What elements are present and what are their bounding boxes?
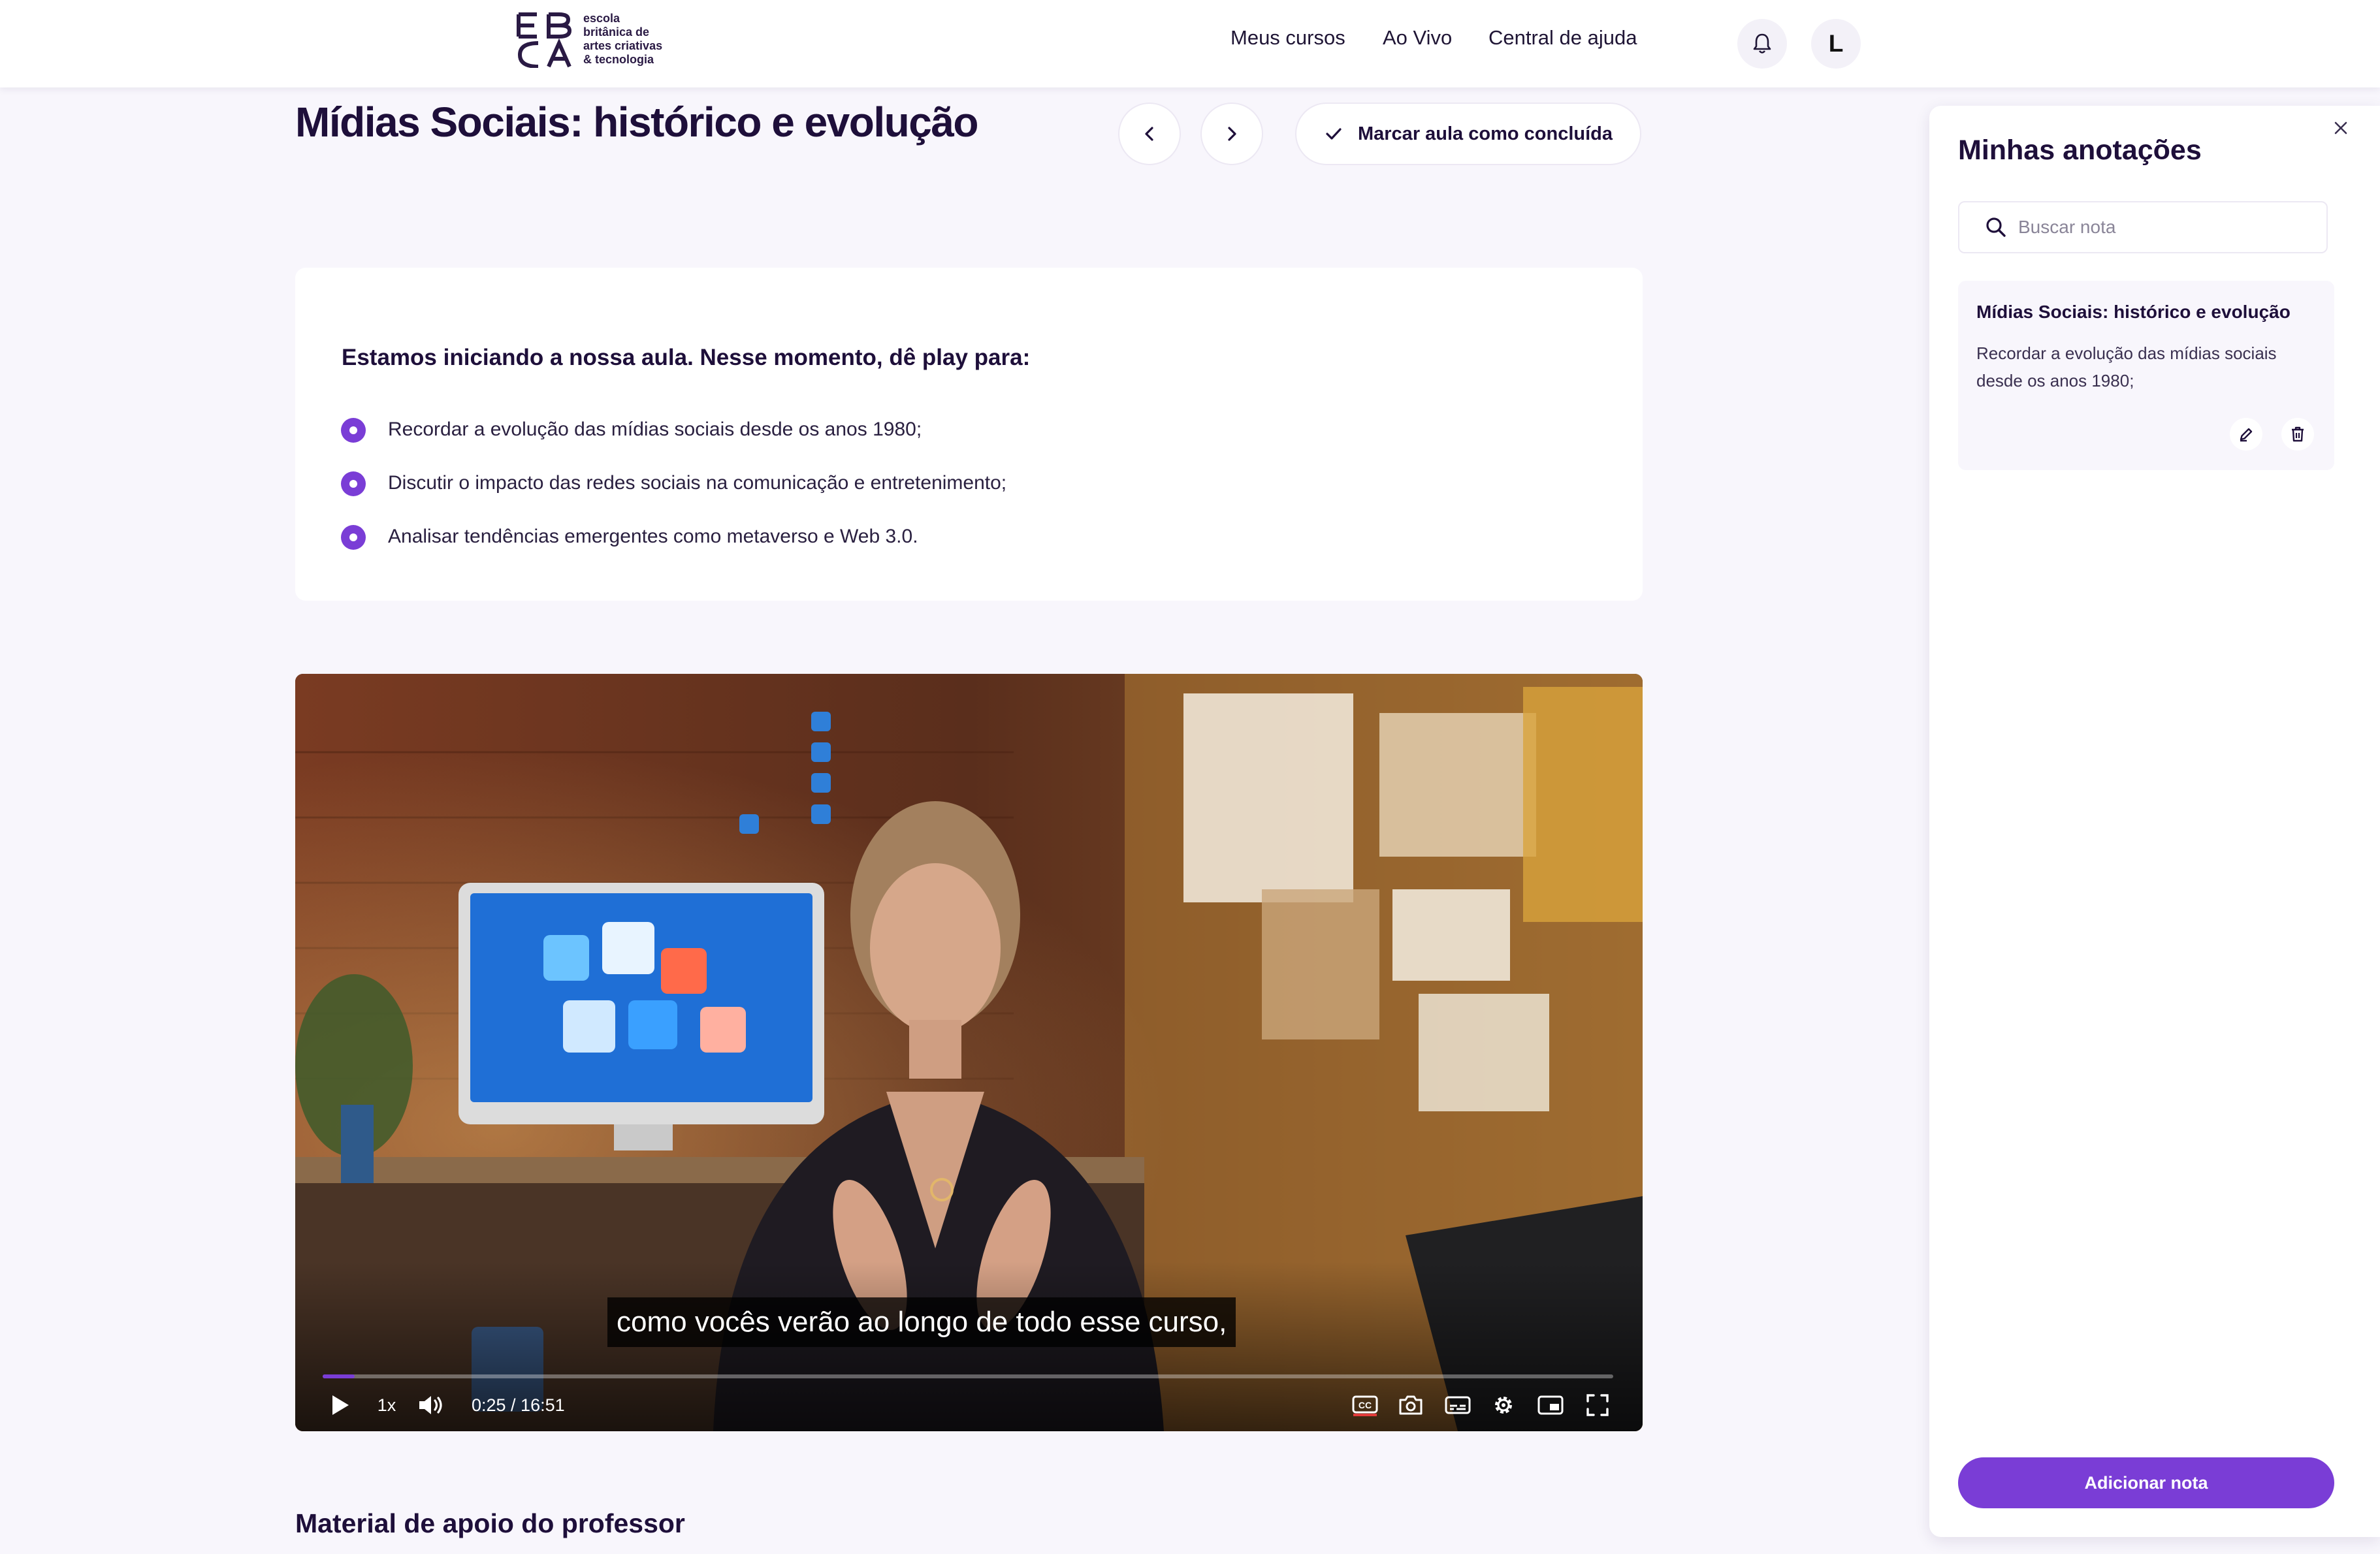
settings-button[interactable] <box>1489 1392 1518 1418</box>
delete-note-button[interactable] <box>2281 418 2314 451</box>
note-title: Mídias Sociais: histórico e evolução <box>1976 302 2291 322</box>
lesson-title: Mídias Sociais: histórico e evolução <box>295 99 979 146</box>
video-progress-track[interactable] <box>323 1374 1613 1378</box>
intro-heading: Estamos iniciando a nossa aula. Nesse mo… <box>342 345 1031 370</box>
picture-in-picture-icon <box>1537 1395 1564 1415</box>
captions-button[interactable]: CC <box>1351 1392 1379 1418</box>
video-progress-fill <box>323 1374 355 1378</box>
intro-bullet-text: Analisar tendências emergentes como meta… <box>388 526 918 547</box>
logo-line: escola <box>583 12 620 25</box>
note-body: Recordar a evolução das mídias sociais d… <box>1976 343 2277 390</box>
intro-bullet-text: Discutir o impacto das redes sociais na … <box>388 472 1007 494</box>
notes-search-input[interactable] <box>2017 216 2307 238</box>
next-lesson-button[interactable] <box>1200 103 1263 165</box>
search-icon <box>1986 217 2006 237</box>
pencil-icon <box>2240 428 2253 442</box>
logo-line: & tecnologia <box>583 53 654 66</box>
chevron-right-icon <box>1228 127 1236 141</box>
logo-icon[interactable] <box>515 12 573 68</box>
bullet-icon <box>341 525 366 550</box>
picture-in-picture-button[interactable] <box>1536 1392 1565 1418</box>
fullscreen-icon <box>1586 1394 1609 1416</box>
playback-speed-button[interactable]: 1x <box>375 1392 398 1418</box>
close-notes-button[interactable] <box>2329 116 2353 140</box>
svg-text:CC: CC <box>1359 1400 1372 1410</box>
subtitles-icon <box>1445 1396 1471 1414</box>
video-time: 0:25 / 16:51 <box>472 1395 565 1415</box>
closed-captions-icon: CC <box>1352 1395 1378 1416</box>
nav-meus-cursos[interactable]: Meus cursos <box>1230 26 1345 50</box>
nav-central-de-ajuda[interactable]: Central de ajuda <box>1488 26 1637 50</box>
bell-icon <box>1753 33 1771 54</box>
bullet-icon <box>341 471 366 496</box>
volume-button[interactable] <box>417 1392 447 1418</box>
check-icon <box>1326 128 1342 140</box>
mark-lesson-done-button[interactable]: Marcar aula como concluída <box>1295 103 1641 165</box>
play-icon <box>332 1395 349 1415</box>
screenshot-button[interactable] <box>1396 1392 1425 1418</box>
close-icon <box>2334 121 2347 135</box>
logo-line: britânica de <box>583 25 650 39</box>
chevron-left-icon <box>1145 127 1153 141</box>
notes-search[interactable] <box>1958 201 2328 253</box>
notifications-button[interactable] <box>1737 19 1787 69</box>
fullscreen-button[interactable] <box>1583 1392 1612 1418</box>
top-header <box>0 0 2380 87</box>
notes-title: Minhas anotações <box>1958 135 2202 166</box>
nav-ao-vivo[interactable]: Ao Vivo <box>1383 26 1452 50</box>
logo-line: artes criativas <box>583 39 663 52</box>
video-subtitle: como vocês verão ao longo de todo esse c… <box>607 1297 1236 1347</box>
edit-note-button[interactable] <box>2230 418 2262 451</box>
previous-lesson-button[interactable] <box>1118 103 1181 165</box>
user-avatar[interactable]: L <box>1811 19 1861 69</box>
bullet-icon <box>341 418 366 443</box>
add-note-button[interactable]: Adicionar nota <box>1958 1457 2334 1508</box>
volume-icon <box>419 1396 442 1414</box>
logo-text: escola britânica de artes criativas & te… <box>583 12 681 67</box>
mark-lesson-done-label: Marcar aula como concluída <box>1357 123 1613 144</box>
play-button[interactable] <box>325 1392 354 1418</box>
subtitles-button[interactable] <box>1443 1392 1472 1418</box>
intro-bullet-text: Recordar a evolução das mídias sociais d… <box>388 419 922 440</box>
camera-icon <box>1399 1395 1423 1415</box>
gear-icon <box>1495 1397 1512 1414</box>
avatar-initial: L <box>1828 30 1844 57</box>
trash-icon <box>2292 426 2304 442</box>
support-material-heading: Material de apoio do professor <box>295 1508 685 1538</box>
